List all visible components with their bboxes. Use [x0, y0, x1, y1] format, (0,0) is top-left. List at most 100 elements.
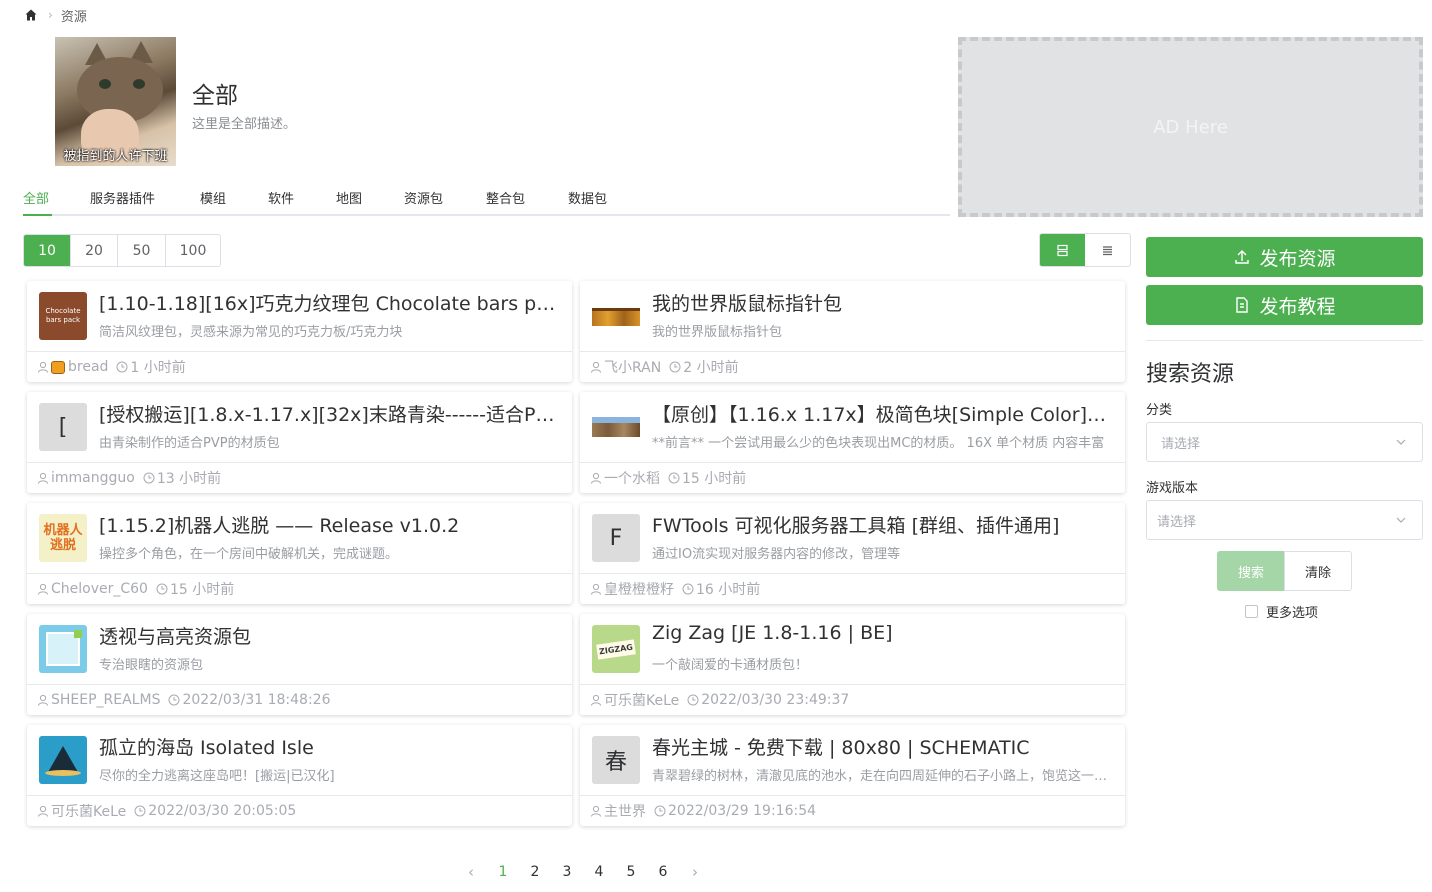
clock-icon [687, 694, 699, 706]
resource-description: 简洁风纹理包，灵感来源为常见的巧克力板/巧克力块 [99, 325, 403, 340]
category-select-placeholder: 请选择 [1161, 436, 1201, 452]
resource-thumbnail: [ [39, 403, 87, 451]
search-title: 搜索资源 [1146, 362, 1235, 387]
thumbnail-text: 机器人逃脱 [43, 523, 83, 553]
resource-author[interactable]: SHEEP_REALMS [51, 692, 160, 708]
resource-thumbnail [39, 625, 87, 673]
resource-meta: 飞小RAN 2 小时前 [590, 357, 739, 377]
resource-author[interactable]: 主世界 [604, 801, 646, 821]
resource-title[interactable]: [1.10-1.18][16x]巧克力纹理包 Chocolate bars pa… [99, 289, 564, 316]
resource-thumbnail: Chocolate bars pack [39, 292, 87, 340]
resource-author[interactable]: Chelover_C60 [51, 581, 148, 597]
publish-tutorial-button[interactable]: 发布教程 [1146, 285, 1423, 325]
resource-author[interactable]: 飞小RAN [604, 357, 661, 377]
clock-icon [116, 361, 128, 373]
resource-title[interactable]: 我的世界版鼠标指针包 [652, 289, 1117, 316]
resource-title[interactable]: FWTools 可视化服务器工具箱 [群组、插件通用] [652, 511, 1117, 538]
prev-page-button[interactable]: ‹ [455, 863, 487, 881]
category-select[interactable]: 请选择 [1146, 422, 1423, 462]
page-size-10-button[interactable]: 10 [24, 235, 71, 266]
card-divider [580, 684, 1125, 685]
resource-thumbnail: F [592, 514, 640, 562]
resource-title[interactable]: [授权搬运][1.8.x-1.17.x][32x]末路青染------适合PVP… [99, 400, 564, 427]
ad-placeholder[interactable]: AD Here [958, 37, 1423, 217]
resource-author[interactable]: 一个水稻 [604, 468, 660, 488]
page-size-20-button[interactable]: 20 [71, 235, 118, 266]
tab-software[interactable]: 软件 [268, 188, 294, 216]
resource-card[interactable]: 【原创】【1.16.x 1.17x】极简色块[Simple Color]材质包 … [580, 392, 1125, 493]
page-number[interactable]: 5 [615, 864, 647, 880]
clock-icon [143, 472, 155, 484]
view-mode-toggle [1039, 233, 1131, 267]
version-select-placeholder: 请选择 [1157, 514, 1197, 530]
resource-description: 操控多个角色，在一个房间中破解机关，完成谜题。 [99, 547, 399, 562]
resource-card[interactable]: 春 春光主城 - 免费下载 | 80x80 | SCHEMATIC 青翠碧绿的树… [580, 725, 1125, 826]
resource-author[interactable]: 可乐菌KeLe [51, 801, 126, 821]
breadcrumb: › 资源 [24, 6, 87, 25]
resource-description: 尽你的全力逃离这座岛吧！[搬运|已汉化] [99, 769, 335, 784]
resource-description: 专治眼瞎的资源包 [99, 658, 204, 673]
resource-description: 一个敲阔爱的卡通材质包！ [652, 658, 809, 673]
page-size-100-button[interactable]: 100 [166, 235, 220, 266]
checkbox-icon[interactable] [1245, 605, 1258, 618]
page-number[interactable]: 4 [583, 864, 615, 880]
list-view-button[interactable] [1085, 234, 1130, 266]
resource-time: 15 小时前 [169, 582, 235, 598]
page-number[interactable]: 6 [647, 864, 679, 880]
resource-time: 2 小时前 [683, 360, 739, 376]
category-tabs: 全部 服务器插件 模组 软件 地图 资源包 整合包 数据包 [23, 186, 950, 216]
resource-title[interactable]: Zig Zag [JE 1.8-1.16 | BE] [652, 622, 1117, 644]
user-icon [591, 805, 601, 817]
user-icon [591, 361, 601, 373]
resource-card[interactable]: 机器人逃脱 [1.15.2]机器人逃脱 —— Release v1.0.2 操控… [27, 503, 572, 604]
tab-server-plugins[interactable]: 服务器插件 [90, 188, 155, 216]
more-options-checkbox[interactable]: 更多选项 [1245, 602, 1318, 621]
thumbnail-text: ZIGZAG [596, 638, 636, 660]
version-select[interactable]: 请选择 [1146, 500, 1423, 540]
page-number[interactable]: 1 [487, 864, 519, 880]
resource-time: 15 小时前 [682, 471, 747, 487]
tab-resource-packs[interactable]: 资源包 [404, 188, 443, 216]
resource-meta: Chelover_C60 15 小时前 [37, 579, 234, 599]
resource-card[interactable]: 透视与高亮资源包 专治眼瞎的资源包 SHEEP_REALMS 2022/03/3… [27, 614, 572, 715]
page-number[interactable]: 3 [551, 864, 583, 880]
resource-author[interactable]: 皇橙橙橙籽 [604, 579, 674, 599]
more-options-label: 更多选项 [1266, 606, 1319, 621]
resource-title[interactable]: 孤立的海岛 Isolated Isle [99, 733, 564, 760]
page-number[interactable]: 2 [519, 864, 551, 880]
resource-title[interactable]: 春光主城 - 免费下载 | 80x80 | SCHEMATIC [652, 733, 1117, 760]
resource-author[interactable]: 可乐菌KeLe [604, 690, 679, 710]
resource-card[interactable]: 孤立的海岛 Isolated Isle 尽你的全力逃离这座岛吧！[搬运|已汉化]… [27, 725, 572, 826]
clock-icon [654, 805, 666, 817]
user-icon [38, 472, 48, 484]
resource-card[interactable]: [ [授权搬运][1.8.x-1.17.x][32x]末路青染------适合P… [27, 392, 572, 493]
user-icon [38, 694, 48, 706]
page-size-50-button[interactable]: 50 [118, 235, 166, 266]
resource-card[interactable]: Chocolate bars pack [1.10-1.18][16x]巧克力纹… [27, 281, 572, 382]
publish-tutorial-label: 发布教程 [1259, 295, 1336, 318]
home-icon[interactable] [24, 8, 38, 22]
card-view-button[interactable] [1040, 234, 1085, 266]
resource-title[interactable]: [1.15.2]机器人逃脱 —— Release v1.0.2 [99, 511, 564, 538]
resource-card[interactable]: 我的世界版鼠标指针包 我的世界版鼠标指针包 飞小RAN 2 小时前 [580, 281, 1125, 382]
tab-modpacks[interactable]: 整合包 [486, 188, 525, 216]
resource-author[interactable]: immangguo [51, 470, 135, 486]
tab-mods[interactable]: 模组 [200, 188, 226, 216]
next-page-button[interactable]: › [679, 863, 711, 881]
tab-all[interactable]: 全部 [23, 188, 49, 216]
resource-title[interactable]: 透视与高亮资源包 [99, 622, 564, 649]
resource-author[interactable]: bread [68, 359, 108, 375]
resource-title[interactable]: 【原创】【1.16.x 1.17x】极简色块[Simple Color]材质包 [652, 400, 1117, 427]
publish-resource-button[interactable]: 发布资源 [1146, 237, 1423, 277]
resource-card[interactable]: F FWTools 可视化服务器工具箱 [群组、插件通用] 通过IO流实现对服务… [580, 503, 1125, 604]
card-divider [27, 684, 572, 685]
resource-time: 2022/03/30 20:05:05 [148, 803, 297, 819]
tab-maps[interactable]: 地图 [336, 188, 362, 216]
resource-meta: 可乐菌KeLe 2022/03/30 20:05:05 [37, 801, 296, 821]
tab-datapacks[interactable]: 数据包 [568, 188, 607, 216]
resource-description: **前言** 一个尝试用最么少的色块表现出MC的材质。 16X 单个材质 内容丰… [652, 436, 1105, 451]
search-button[interactable]: 搜索 [1217, 551, 1285, 591]
resource-card[interactable]: ZIGZAG Zig Zag [JE 1.8-1.16 | BE] 一个敲阔爱的… [580, 614, 1125, 715]
clear-button[interactable]: 清除 [1284, 551, 1352, 591]
user-icon [591, 472, 601, 484]
